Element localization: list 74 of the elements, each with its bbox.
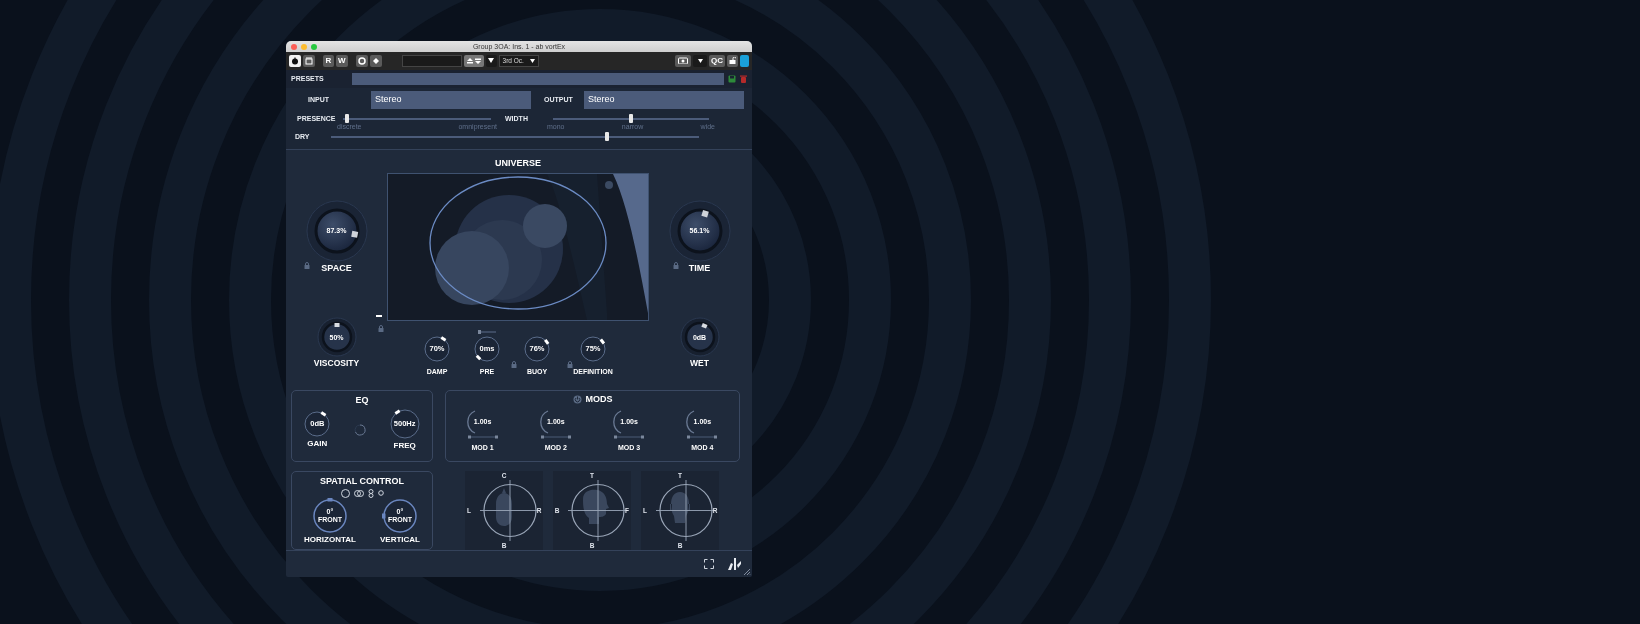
caret-icon <box>697 58 703 63</box>
power-icon <box>291 56 299 65</box>
diamond-icon <box>371 56 380 65</box>
view-dropdown[interactable] <box>693 54 707 67</box>
caret-icon <box>488 58 495 64</box>
lock-icon[interactable] <box>673 261 679 269</box>
colour-button[interactable] <box>740 54 749 67</box>
preset-name-field[interactable] <box>401 54 462 67</box>
lock-icon[interactable] <box>378 325 384 333</box>
fullscreen-icon[interactable] <box>704 559 714 570</box>
eq-center-knob[interactable] <box>354 423 366 436</box>
slider-thumb[interactable] <box>629 113 633 123</box>
ring-icon <box>357 56 366 65</box>
mod-range-slider[interactable] <box>614 434 645 439</box>
mod-range-slider[interactable] <box>467 434 498 439</box>
compare-icon <box>305 56 313 65</box>
knob-label: VISCOSITY <box>313 357 360 371</box>
small-circle-mode-icon[interactable] <box>377 490 384 497</box>
toolbar-button[interactable]: W <box>336 54 348 67</box>
mods-title: MODS <box>585 393 613 407</box>
close-button[interactable] <box>291 43 297 50</box>
save-icon[interactable] <box>728 74 736 83</box>
dash-mark <box>376 315 382 318</box>
arrows-icon <box>465 56 482 65</box>
universe-title: UNIVERSE <box>495 156 541 170</box>
output-field[interactable]: Stereo <box>584 90 744 109</box>
lock-button[interactable] <box>727 54 738 67</box>
dual-circle-mode-icon[interactable] <box>353 489 364 497</box>
dry-slider[interactable] <box>331 135 699 138</box>
caret-icon <box>529 58 535 63</box>
spatial-title: SPATIAL CONTROL <box>320 475 404 489</box>
circle-mode-icon[interactable] <box>340 488 350 498</box>
input-field[interactable]: Stereo <box>371 90 531 109</box>
presence-slider[interactable] <box>343 117 491 120</box>
presets-field[interactable] <box>351 72 724 85</box>
power-icon[interactable] <box>572 395 582 405</box>
knob-label: FREQ <box>393 439 416 452</box>
knob-label: SPACE <box>321 261 352 275</box>
slider-thumb[interactable] <box>567 435 571 439</box>
stacked-circle-mode-icon[interactable] <box>367 488 374 498</box>
slider-thumb[interactable] <box>494 435 498 439</box>
resize-grip-icon[interactable] <box>743 568 751 576</box>
knob-label: TIME <box>688 261 711 275</box>
compare-button[interactable] <box>303 54 315 67</box>
link-button[interactable] <box>369 54 382 67</box>
delete-icon[interactable] <box>740 74 747 83</box>
toolbar-button[interactable]: R <box>323 54 334 67</box>
knob-label: WET <box>690 357 709 371</box>
slider-thumb[interactable] <box>478 330 481 335</box>
slider-thumb[interactable] <box>641 435 645 439</box>
lock-icon[interactable] <box>511 361 517 369</box>
knob-label: GAIN <box>307 437 328 450</box>
slider-thumb[interactable] <box>605 131 609 141</box>
logo-icon <box>726 557 742 572</box>
snapshot-button[interactable] <box>675 54 691 67</box>
slider-thumb[interactable] <box>345 113 350 123</box>
preset-arrows-button[interactable] <box>463 54 484 67</box>
lock-icon[interactable] <box>304 261 310 269</box>
qc-button[interactable]: QC <box>709 54 725 67</box>
power-button[interactable] <box>289 54 301 67</box>
width-slider[interactable] <box>553 117 709 120</box>
universe-display[interactable] <box>387 173 649 322</box>
camera-icon <box>678 57 688 65</box>
lock-icon[interactable] <box>567 361 573 369</box>
eq-title: EQ <box>355 394 369 408</box>
bypass-button[interactable] <box>355 54 368 67</box>
knob-label: HORIZONTAL <box>304 533 356 546</box>
slider-thumb[interactable] <box>714 435 718 439</box>
mod-range-slider[interactable] <box>540 434 571 439</box>
preset-menu-button[interactable] <box>485 54 497 67</box>
knob-label: VERTICAL <box>379 533 420 546</box>
unlock-icon <box>729 57 736 65</box>
pre-range-slider[interactable] <box>478 331 496 334</box>
mod-range-slider[interactable] <box>687 434 718 439</box>
